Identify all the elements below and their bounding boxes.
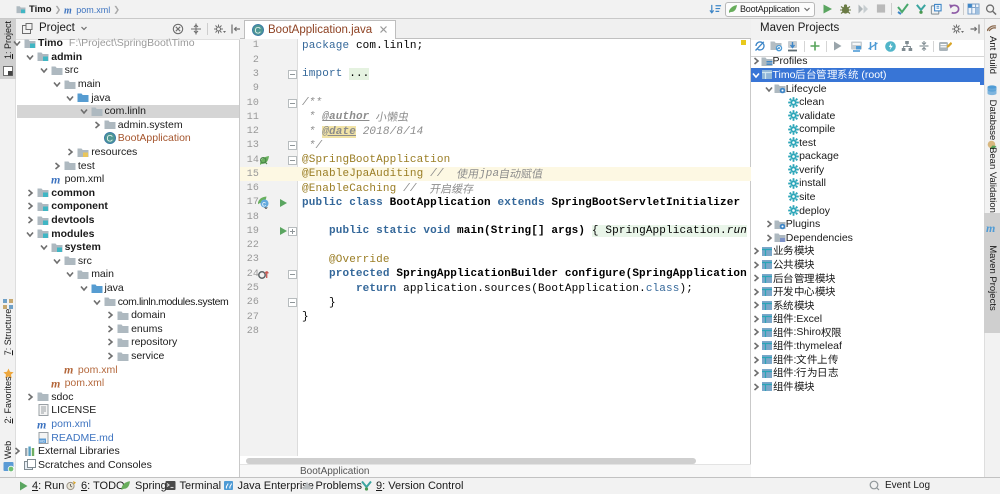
svg-text:m: m: [51, 378, 60, 389]
svg-text:MD: MD: [39, 439, 45, 443]
svg-text:C: C: [255, 25, 262, 35]
svg-text:m: m: [64, 364, 73, 375]
svg-text:m: m: [986, 222, 995, 234]
svg-text:m: m: [51, 174, 60, 185]
svg-text:c: c: [262, 200, 266, 209]
svg-text:m: m: [37, 419, 46, 430]
svg-text:m: m: [64, 5, 72, 15]
svg-text:C: C: [106, 134, 113, 144]
